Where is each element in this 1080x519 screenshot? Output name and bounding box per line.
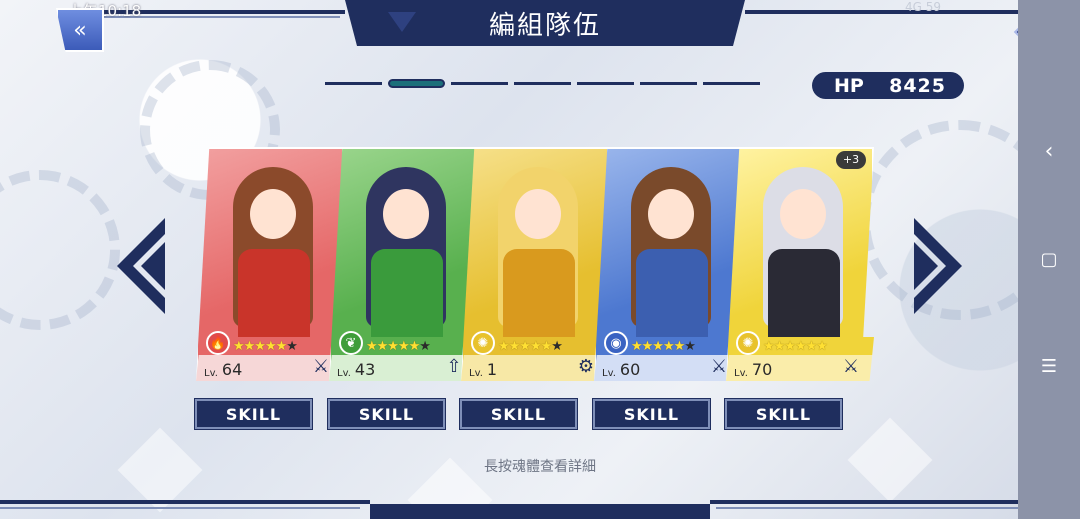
character-outfit <box>768 249 840 339</box>
empty-star-icon: ★ <box>286 338 298 354</box>
skill-button[interactable]: SKILL <box>327 398 446 430</box>
rarity-stars: ★★★★★★ <box>631 338 696 354</box>
level-value: 70 <box>751 360 773 379</box>
skill-button[interactable]: SKILL <box>194 398 313 430</box>
footer-trim <box>710 500 1030 504</box>
page-indicator-dash <box>577 82 634 85</box>
page-indicator-dash <box>514 82 571 85</box>
page-indicator-dash <box>451 82 508 85</box>
next-team-arrow[interactable] <box>912 218 962 314</box>
team-member-card[interactable]: ◉ ★★★★★★ Lv. 60 ⚔ <box>594 147 742 381</box>
sun-icon: ✺ <box>736 331 760 355</box>
hint-text: 長按魂體查看詳細 <box>484 459 596 475</box>
nav-menu-button[interactable]: ☰ <box>1018 347 1080 387</box>
empty-star-icon: ★ <box>684 338 696 354</box>
skill-button[interactable]: SKILL <box>592 398 711 430</box>
character-face <box>383 189 429 239</box>
character-face <box>515 189 561 239</box>
skill-button[interactable]: SKILL <box>724 398 843 430</box>
level-label: Lv. <box>469 368 483 379</box>
page-title: 編組隊伍 <box>488 10 601 41</box>
card-rarity-row: ◉ ★★★★★★ <box>594 331 742 355</box>
level-value: 60 <box>619 360 641 379</box>
character-face <box>250 189 296 239</box>
rarity-stars: ★★★★★★ <box>233 338 298 354</box>
empty-star-icon: ★ <box>419 338 431 354</box>
gear-decoration <box>0 170 120 330</box>
page-indicator-dash <box>703 82 760 85</box>
water-icon: ◉ <box>604 331 628 355</box>
footer-trim <box>0 500 370 504</box>
level-value: 43 <box>354 360 376 379</box>
level-label: Lv. <box>602 368 616 379</box>
team-page-indicator <box>325 78 760 88</box>
team-hp-display: HP 8425 <box>812 72 964 99</box>
character-outfit <box>371 249 443 339</box>
level-label: Lv. <box>204 368 218 379</box>
level-value: 1 <box>486 360 498 379</box>
team-member-card[interactable]: ✺ ★★★★★★ Lv. 1 ⚙ <box>461 147 609 381</box>
header-trim <box>745 10 1025 14</box>
card-rarity-row: 🔥 ★★★★★★ <box>196 331 344 355</box>
status-signal-battery: 4G 59 <box>905 0 942 14</box>
rarity-stars: ★★★★★★ <box>498 338 563 354</box>
rarity-stars: ★★★★★★ <box>763 338 828 354</box>
page-indicator-dash <box>388 79 445 88</box>
skill-button[interactable]: SKILL <box>459 398 578 430</box>
double-chevron-left-icon: « <box>73 17 87 43</box>
previous-team-arrow[interactable] <box>117 218 167 314</box>
character-outfit <box>636 249 708 339</box>
character-face <box>780 189 826 239</box>
character-face <box>648 189 694 239</box>
sword-icon: ⚔ <box>842 356 860 377</box>
nav-home-button[interactable]: ▢ <box>1018 240 1080 280</box>
nav-back-button[interactable]: ‹ <box>1018 132 1080 172</box>
page-indicator-dash <box>325 82 382 85</box>
page-indicator-dash <box>640 82 697 85</box>
empty-star-icon: ★ <box>551 338 563 354</box>
enhance-badge: +3 <box>836 151 866 169</box>
rarity-stars: ★★★★★★ <box>366 338 431 354</box>
hp-value: 8425 <box>889 74 946 97</box>
character-outfit <box>503 249 575 339</box>
fire-icon: 🔥 <box>206 331 230 355</box>
team-member-card[interactable]: 🔥 ★★★★★★ Lv. 64 ⚔ <box>196 147 344 381</box>
header-triangle-decoration <box>388 12 416 32</box>
level-value: 64 <box>221 360 243 379</box>
hp-label: HP <box>834 74 864 97</box>
team-member-card[interactable]: ✺ ★★★★★★ Lv. 70 ⚔ +3 <box>726 147 874 381</box>
level-label: Lv. <box>337 368 351 379</box>
card-rarity-row: ✺ ★★★★★★ <box>461 331 609 355</box>
footer-trim <box>716 507 1026 509</box>
character-outfit <box>238 249 310 339</box>
sun-icon: ✺ <box>471 331 495 355</box>
team-member-card[interactable]: ❦ ★★★★★★ Lv. 43 ⇧ <box>329 147 477 381</box>
level-label: Lv. <box>734 368 748 379</box>
leaf-icon: ❦ <box>339 331 363 355</box>
card-rarity-row: ✺ ★★★★★★ <box>726 331 874 355</box>
footer-trim <box>0 507 360 509</box>
footer-bar <box>370 504 710 519</box>
card-rarity-row: ❦ ★★★★★★ <box>329 331 477 355</box>
